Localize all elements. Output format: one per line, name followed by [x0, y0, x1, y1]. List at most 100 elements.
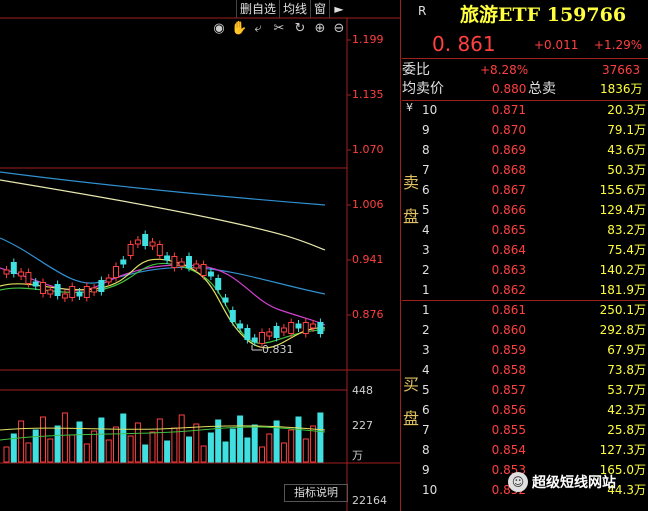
- order-price: 0.855: [491, 423, 526, 437]
- kline-chart-svg[interactable]: [0, 0, 400, 511]
- order-volume: 181.9万: [599, 283, 646, 297]
- low-price-marker: 0.831: [262, 343, 294, 356]
- order-level: 1: [422, 283, 430, 297]
- volume-bar: [164, 440, 171, 463]
- last-price: 0. 861: [432, 32, 496, 56]
- volume-bar: [251, 424, 258, 463]
- order-level: 6: [422, 403, 430, 417]
- sell-order-row[interactable]: 1 0.862 181.9万: [402, 280, 648, 300]
- order-volume: 155.6万: [599, 183, 646, 197]
- volume-bar: [18, 420, 25, 463]
- volume-bar: [266, 433, 273, 463]
- sell-order-row[interactable]: 4 0.865 83.2万: [402, 220, 648, 240]
- wechat-icon: ☺: [508, 472, 528, 492]
- order-price: 0.857: [491, 383, 526, 397]
- buy-order-row[interactable]: 7 0.855 25.8万: [402, 420, 648, 440]
- volume-bar: [200, 445, 207, 463]
- hand-icon[interactable]: ✋: [231, 22, 247, 36]
- zoom-out-icon[interactable]: ⊖: [332, 22, 346, 36]
- buy-order-row[interactable]: 5 0.857 53.7万: [402, 380, 648, 400]
- volume-bars-group: [3, 412, 324, 463]
- volume-bar: [3, 446, 10, 463]
- eye-icon[interactable]: ◉: [212, 22, 226, 36]
- avg-sell-value: 0.880: [492, 82, 527, 96]
- order-price: 0.870: [491, 123, 526, 137]
- ma-10-line: [0, 264, 326, 326]
- candle: [134, 239, 141, 245]
- volume-bar: [244, 437, 251, 463]
- price-change-pct: +1.29%: [594, 38, 643, 52]
- volume-bar: [91, 430, 98, 463]
- sell-order-row[interactable]: 5 0.866 129.4万: [402, 200, 648, 220]
- candle: [47, 289, 54, 295]
- candle: [83, 286, 90, 298]
- sell-order-row[interactable]: 9 0.870 79.1万: [402, 120, 648, 140]
- candle: [171, 256, 178, 268]
- kline-chart-panel[interactable]: 删自选 均线 窗 ► ◉ ✋ ⤶ ✂ ↻ ⊕ ⊖ 1.199 1.135 1.0…: [0, 0, 400, 511]
- volume-bar: [280, 442, 287, 463]
- indicator-help-button[interactable]: 指标说明: [284, 484, 348, 502]
- buy-order-row[interactable]: 6 0.856 42.3万: [402, 400, 648, 420]
- candle: [207, 271, 214, 277]
- refresh-icon[interactable]: ↻: [293, 22, 307, 36]
- volume-bar: [156, 418, 163, 463]
- candle: [193, 263, 200, 269]
- sell-order-row[interactable]: 2 0.863 140.2万: [402, 260, 648, 280]
- panel-divider: [400, 0, 401, 511]
- order-price: 0.856: [491, 403, 526, 417]
- order-volume: 67.9万: [607, 343, 646, 357]
- buy-order-row[interactable]: 2 0.860 292.8万: [402, 320, 648, 340]
- candle: [18, 271, 25, 277]
- order-price: 0.858: [491, 363, 526, 377]
- moving-average-button[interactable]: 均线: [279, 0, 310, 18]
- candle: [127, 244, 134, 256]
- sell-order-row[interactable]: 8 0.869 43.6万: [402, 140, 648, 160]
- price-axis-label: 1.135: [352, 88, 384, 101]
- candle: [61, 293, 68, 299]
- volume-bar: [317, 412, 324, 463]
- price-axis-label: 1.070: [352, 143, 384, 156]
- volume-bar: [259, 446, 265, 463]
- candle: [200, 264, 207, 276]
- order-volume: 53.7万: [607, 383, 646, 397]
- volume-bar: [25, 442, 32, 463]
- order-volume: 83.2万: [607, 223, 646, 237]
- buy-order-row[interactable]: 3 0.859 67.9万: [402, 340, 648, 360]
- order-price: 0.866: [491, 203, 526, 217]
- candle: [25, 272, 32, 284]
- candle: [98, 280, 105, 292]
- order-volume: 79.1万: [607, 123, 646, 137]
- sell-order-row[interactable]: 7 0.868 50.3万: [402, 160, 648, 180]
- order-level: 8: [422, 443, 430, 457]
- candle: [149, 241, 156, 247]
- buy-order-row[interactable]: 4 0.858 73.8万: [402, 360, 648, 380]
- order-volume: 127.3万: [599, 443, 646, 457]
- order-level: 4: [422, 363, 430, 377]
- candle: [310, 323, 317, 329]
- zoom-in-icon[interactable]: ⊕: [313, 22, 327, 36]
- volume-bar: [47, 438, 54, 463]
- candle: [251, 337, 258, 343]
- order-price: 0.869: [491, 143, 526, 157]
- price-axis-label: 0.941: [352, 253, 384, 266]
- sell-order-row[interactable]: 10 0.871 20.3万: [402, 100, 648, 120]
- avg-sell-row: 均卖价 0.880 总卖 1836万: [402, 79, 648, 99]
- window-button[interactable]: 窗: [310, 0, 329, 18]
- candle: [186, 256, 192, 268]
- volume-bar: [40, 416, 46, 463]
- sell-order-row[interactable]: 3 0.864 75.4万: [402, 240, 648, 260]
- avg-sell-label: 均卖价: [402, 81, 444, 97]
- buy-order-row[interactable]: 8 0.854 127.3万: [402, 440, 648, 460]
- delete-watchlist-button[interactable]: 删自选: [236, 0, 279, 18]
- lasso-icon[interactable]: ⤶: [251, 22, 265, 36]
- buy-order-row[interactable]: 1 0.861 250.1万: [402, 300, 648, 320]
- sell-order-row[interactable]: 6 0.867 155.6万: [402, 180, 648, 200]
- order-volume: 42.3万: [607, 403, 646, 417]
- scissors-icon[interactable]: ✂: [272, 22, 286, 36]
- order-price: 0.868: [491, 163, 526, 177]
- volume-bar: [149, 431, 156, 463]
- order-price: 0.854: [491, 443, 526, 457]
- volume-bar: [222, 441, 229, 463]
- play-arrow-icon[interactable]: ►: [329, 0, 348, 18]
- volume-bar: [288, 429, 295, 463]
